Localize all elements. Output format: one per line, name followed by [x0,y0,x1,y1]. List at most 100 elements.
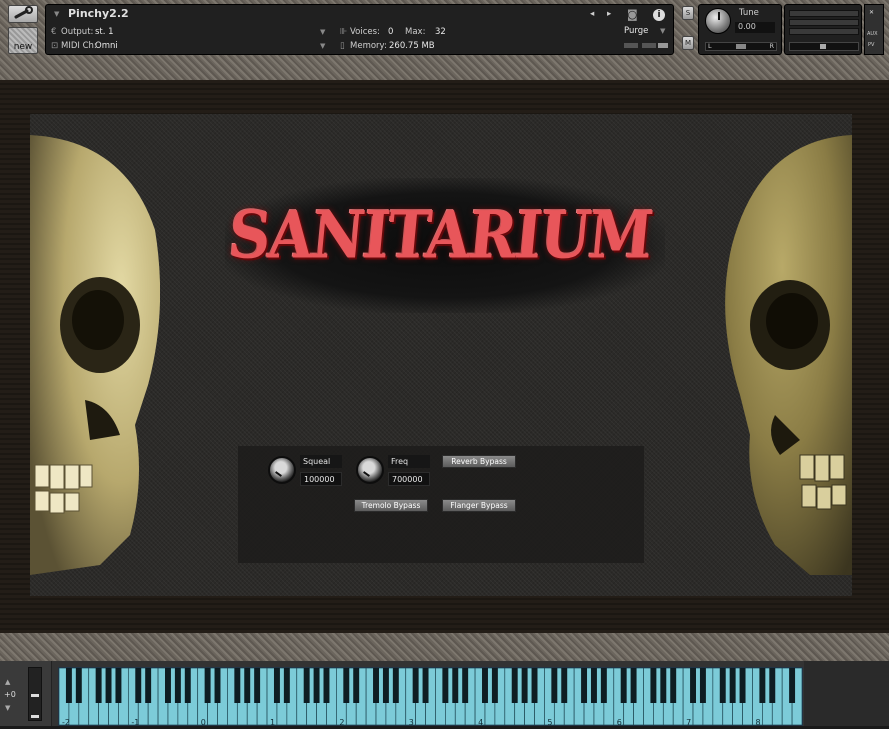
output-dropdown-icon[interactable]: ▼ [320,28,325,36]
black-key[interactable] [531,668,538,703]
black-key[interactable] [699,668,706,703]
black-key[interactable] [343,668,350,703]
tune-value[interactable]: 0.00 [735,22,775,33]
black-key[interactable] [581,668,588,703]
black-key[interactable] [214,668,221,703]
black-key[interactable] [165,668,171,703]
black-key[interactable] [650,668,657,703]
black-key[interactable] [273,668,280,703]
close-icon[interactable]: ✕ [869,9,874,16]
pv-button[interactable]: PV [868,42,874,48]
squeal-label: Squeal [300,455,342,468]
solo-button[interactable]: S [682,6,694,20]
memory-icon: ▯ [340,41,345,51]
new-button[interactable]: new [8,27,38,54]
black-key[interactable] [303,668,310,703]
aux-button[interactable]: AUX [867,31,878,37]
black-key[interactable] [283,668,290,703]
freq-value-field[interactable]: 700000 [388,472,430,486]
collapse-triangle-icon[interactable]: ▼ [54,10,59,18]
black-key[interactable] [313,668,320,703]
pan-right-label: R [769,42,774,50]
black-key[interactable] [145,668,152,703]
prev-instrument-icon[interactable]: ◂ [590,9,594,19]
camera-icon[interactable]: ◙ [627,8,638,21]
black-key[interactable] [135,668,142,703]
black-key[interactable] [254,668,261,703]
black-key[interactable] [789,668,796,703]
black-key[interactable] [115,668,122,703]
squeal-knob[interactable] [268,456,296,484]
black-key[interactable] [373,668,379,703]
pan-handle[interactable] [736,44,746,49]
instrument-name[interactable]: Pinchy2.2 [68,7,129,20]
next-instrument-icon[interactable]: ▸ [607,9,611,19]
black-key[interactable] [660,668,667,703]
black-key[interactable] [174,668,181,703]
midi-select[interactable]: Omni [95,41,118,51]
black-key[interactable] [630,668,637,703]
black-key[interactable] [392,668,399,703]
black-key[interactable] [234,668,241,703]
flanger-bypass-button[interactable]: Flanger Bypass [442,499,516,512]
black-key[interactable] [620,668,627,703]
info-icon[interactable]: i [653,9,665,21]
freq-knob[interactable] [356,456,384,484]
output-select[interactable]: st. 1 [95,27,114,37]
wrench-tool-button[interactable] [8,5,38,23]
purge-menu[interactable]: Purge [624,26,648,36]
black-key[interactable] [670,668,677,703]
reverb-bypass-button[interactable]: Reverb Bypass [442,455,516,468]
black-key[interactable] [105,668,112,703]
piano-keys[interactable] [58,667,803,726]
pan-slider[interactable]: L R [705,42,777,51]
black-key[interactable] [442,668,449,703]
black-key[interactable] [452,668,459,703]
black-key[interactable] [65,668,72,703]
black-key[interactable] [244,668,251,703]
black-key[interactable] [769,668,776,703]
pitch-wheel-handle[interactable] [31,715,39,718]
black-key[interactable] [511,668,518,703]
volume-slider[interactable] [789,42,859,51]
black-key[interactable] [184,668,191,703]
black-key[interactable] [719,668,726,703]
black-key[interactable] [521,668,528,703]
tune-knob[interactable] [705,8,731,34]
mute-button[interactable]: M [682,36,694,50]
black-key[interactable] [75,668,82,703]
memory-value: 260.75 MB [389,41,435,51]
black-key[interactable] [353,668,360,703]
black-key[interactable] [95,668,102,703]
black-key[interactable] [462,668,469,703]
max-voices-value[interactable]: 32 [435,27,446,37]
black-key[interactable] [323,668,330,703]
instrument-header: new ▼ Pinchy2.2 ◂ ▸ ◙ i € Output: st. 1 … [0,0,889,80]
black-key[interactable] [729,668,736,703]
black-key[interactable] [382,668,389,703]
black-key[interactable] [422,668,429,703]
black-key[interactable] [600,668,607,703]
black-key[interactable] [491,668,498,703]
octave-up-icon[interactable]: ▲ [5,678,10,686]
black-key[interactable] [551,668,558,703]
midi-dropdown-icon[interactable]: ▼ [320,42,325,50]
tremolo-bypass-button[interactable]: Tremolo Bypass [354,499,428,512]
mod-wheel[interactable] [28,667,42,721]
purge-meter-3 [658,43,668,48]
purge-dropdown-icon[interactable]: ▼ [660,27,665,35]
volume-handle[interactable] [820,44,826,49]
piano-keyboard[interactable]: -2 -1 0 1 2 3 4 5 6 7 8 [58,667,803,727]
black-key[interactable] [590,668,597,703]
squeal-value-field[interactable]: 100000 [300,472,342,486]
black-key[interactable] [412,668,419,703]
black-key[interactable] [690,668,696,703]
black-key[interactable] [739,668,746,703]
octave-down-icon[interactable]: ▼ [5,704,10,712]
black-key[interactable] [759,668,766,703]
black-key[interactable] [204,668,211,703]
black-key[interactable] [482,668,488,703]
aux-panel: ✕ AUX PV [864,4,884,55]
black-key[interactable] [561,668,568,703]
mod-wheel-handle[interactable] [31,694,39,697]
